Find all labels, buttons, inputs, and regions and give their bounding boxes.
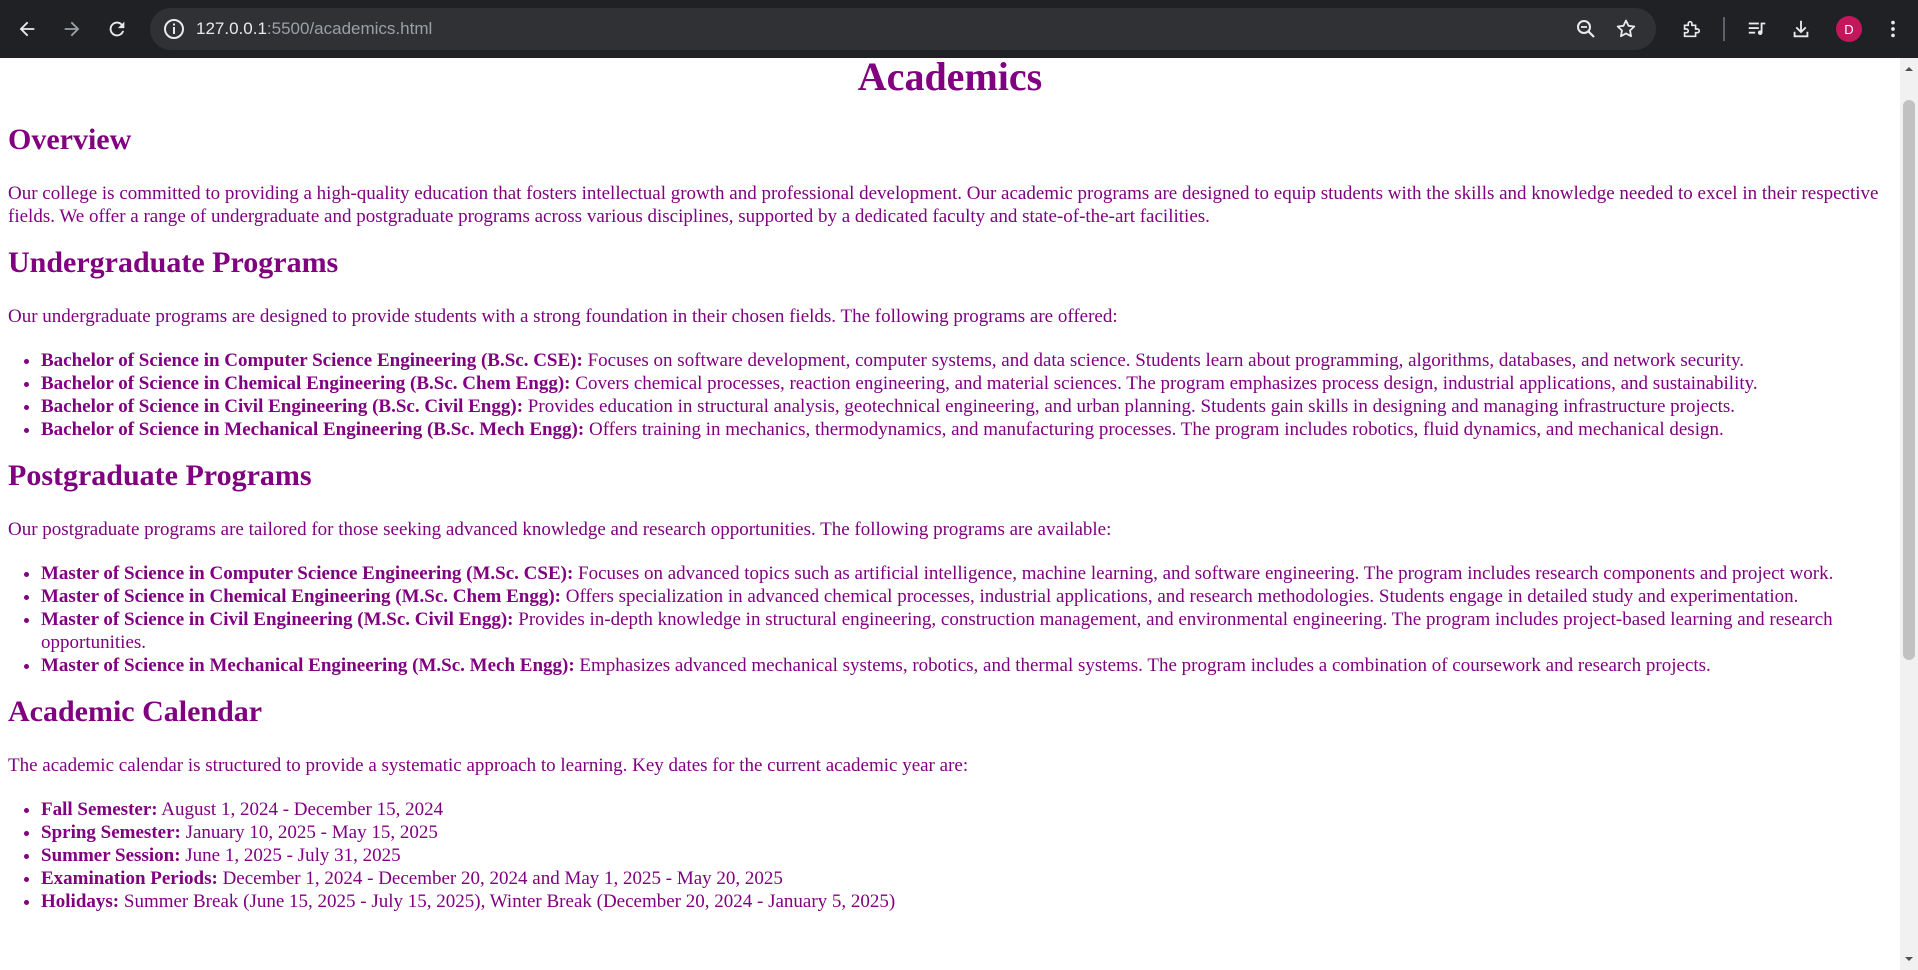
list-item: Master of Science in Chemical Engineerin… xyxy=(41,585,1892,608)
program-description: Offers training in mechanics, thermodyna… xyxy=(584,419,1724,440)
media-controls-icon[interactable] xyxy=(1740,12,1774,46)
list-item: Master of Science in Civil Engineering (… xyxy=(41,608,1892,654)
download-icon[interactable] xyxy=(1784,12,1818,46)
undergraduate-program-list: Bachelor of Science in Computer Science … xyxy=(8,349,1892,441)
more-menu-icon[interactable] xyxy=(1876,12,1910,46)
site-info-icon[interactable] xyxy=(162,17,186,41)
section-paragraph-academic-calendar: The academic calendar is structured to p… xyxy=(8,755,969,776)
address-bar[interactable]: 127.0.0.1:5500/academics.html xyxy=(150,8,1656,50)
section-heading-postgraduate: Postgraduate Programs xyxy=(8,459,312,492)
browser-toolbar: 127.0.0.1:5500/academics.html D xyxy=(0,0,1918,58)
scroll-down-arrow-icon[interactable] xyxy=(1904,954,1914,964)
profile-avatar[interactable]: D xyxy=(1836,16,1862,42)
url-path: :5500/academics.html xyxy=(266,19,433,38)
list-item: Examination Periods: December 1, 2024 - … xyxy=(41,867,1892,890)
page-content: Academics Overview Our college is commit… xyxy=(0,58,1900,913)
program-description: Focuses on software development, compute… xyxy=(582,350,1744,371)
calendar-term: Examination Periods: xyxy=(41,868,218,889)
calendar-dates: January 10, 2025 - May 15, 2025 xyxy=(180,822,438,843)
calendar-term: Summer Session: xyxy=(41,845,181,866)
url-host: 127.0.0.1 xyxy=(196,19,267,38)
page-viewport: Academics Overview Our college is commit… xyxy=(0,58,1900,970)
calendar-term: Holidays: xyxy=(41,891,120,912)
url-text[interactable]: 127.0.0.1:5500/academics.html xyxy=(196,8,432,50)
program-description: Focuses on advanced topics such as artif… xyxy=(573,563,1834,584)
list-item: Master of Science in Mechanical Engineer… xyxy=(41,654,1892,677)
postgraduate-program-list: Master of Science in Computer Science En… xyxy=(8,562,1892,677)
list-item: Bachelor of Science in Mechanical Engine… xyxy=(41,418,1892,441)
program-description: Offers specialization in advanced chemic… xyxy=(560,586,1799,607)
list-item: Master of Science in Computer Science En… xyxy=(41,562,1892,585)
program-name: Bachelor of Science in Civil Engineering… xyxy=(41,396,524,417)
page-title: Academics xyxy=(857,58,1043,99)
scrollbar-thumb[interactable] xyxy=(1903,100,1915,660)
toolbar-separator xyxy=(1723,17,1725,41)
calendar-dates: August 1, 2024 - December 15, 2024 xyxy=(157,799,444,820)
section-paragraph-postgraduate: Our postgraduate programs are tailored f… xyxy=(8,519,1112,540)
program-description: Provides education in structural analysi… xyxy=(523,396,1736,417)
program-name: Master of Science in Mechanical Engineer… xyxy=(41,655,575,676)
list-item: Bachelor of Science in Chemical Engineer… xyxy=(41,372,1892,395)
calendar-date-list: Fall Semester: August 1, 2024 - December… xyxy=(8,798,1892,913)
section-paragraph-overview: Our college is committed to providing a … xyxy=(8,183,1879,227)
scroll-up-arrow-icon[interactable] xyxy=(1904,64,1914,74)
calendar-dates: December 1, 2024 - December 20, 2024 and… xyxy=(217,868,783,889)
program-name: Master of Science in Chemical Engineerin… xyxy=(41,586,561,607)
program-name: Master of Science in Computer Science En… xyxy=(41,563,574,584)
section-heading-overview: Overview xyxy=(8,123,132,156)
calendar-dates: Summer Break (June 15, 2025 - July 15, 2… xyxy=(119,891,896,912)
list-item: Summer Session: June 1, 2025 - July 31, … xyxy=(41,844,1892,867)
program-description: Emphasizes advanced mechanical systems, … xyxy=(574,655,1711,676)
back-icon[interactable] xyxy=(10,12,44,46)
forward-icon[interactable] xyxy=(55,12,89,46)
program-description: Covers chemical processes, reaction engi… xyxy=(570,373,1758,394)
list-item: Fall Semester: August 1, 2024 - December… xyxy=(41,798,1892,821)
list-item: Spring Semester: January 10, 2025 - May … xyxy=(41,821,1892,844)
program-name: Bachelor of Science in Computer Science … xyxy=(41,350,583,371)
program-name: Bachelor of Science in Chemical Engineer… xyxy=(41,373,571,394)
bookmark-star-icon[interactable] xyxy=(1614,17,1638,41)
calendar-term: Fall Semester: xyxy=(41,799,158,820)
extensions-icon[interactable] xyxy=(1674,12,1708,46)
calendar-dates: June 1, 2025 - July 31, 2025 xyxy=(180,845,401,866)
calendar-term: Spring Semester: xyxy=(41,822,181,843)
vertical-scrollbar[interactable] xyxy=(1900,58,1918,970)
section-heading-undergraduate: Undergraduate Programs xyxy=(8,246,339,279)
section-paragraph-undergraduate: Our undergraduate programs are designed … xyxy=(8,306,1118,327)
list-item: Holidays: Summer Break (June 15, 2025 - … xyxy=(41,890,1892,913)
zoom-icon[interactable] xyxy=(1574,17,1598,41)
section-heading-academic-calendar: Academic Calendar xyxy=(8,695,263,728)
program-name: Master of Science in Civil Engineering (… xyxy=(41,609,514,630)
list-item: Bachelor of Science in Civil Engineering… xyxy=(41,395,1892,418)
list-item: Bachelor of Science in Computer Science … xyxy=(41,349,1892,372)
program-name: Bachelor of Science in Mechanical Engine… xyxy=(41,419,585,440)
reload-icon[interactable] xyxy=(100,12,134,46)
